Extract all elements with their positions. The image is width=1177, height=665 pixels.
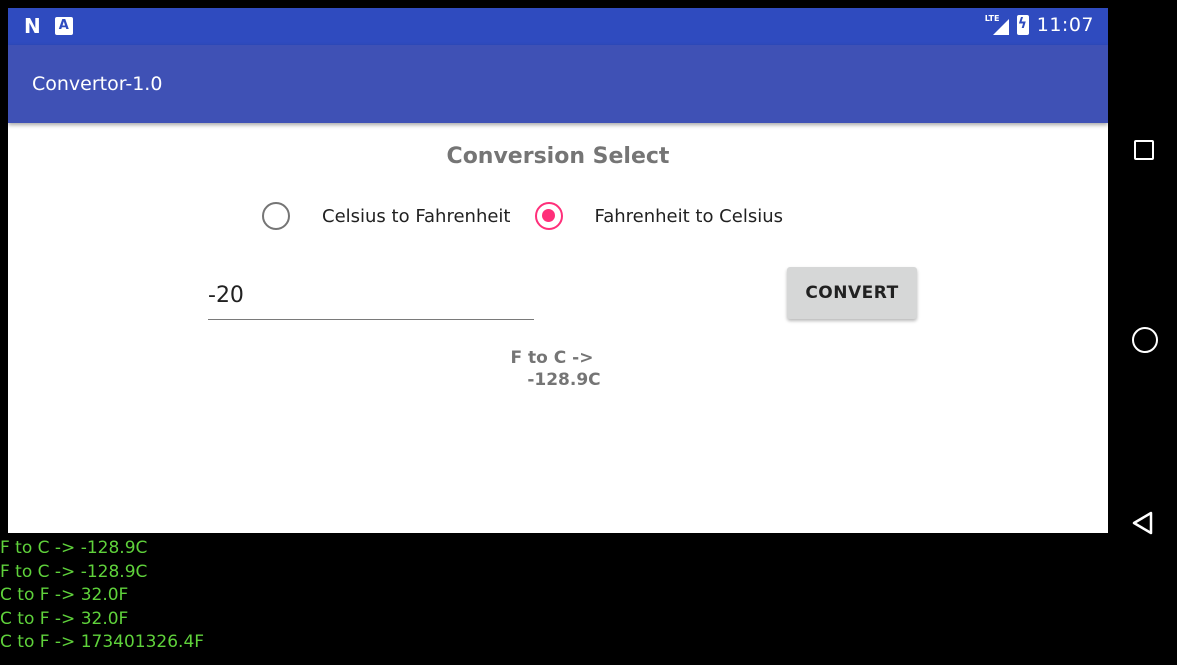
conversion-radio-group: Celsius to Fahrenheit Fahrenheit to Cels…	[262, 200, 807, 232]
status-time: 11:07	[1036, 14, 1094, 36]
status-left: N A	[24, 16, 73, 36]
result-text: F to C -> -128.9C	[8, 347, 1108, 391]
radio-label-fahrenheit-to-celsius[interactable]: Fahrenheit to Celsius	[595, 206, 784, 227]
log-line: C to F -> 32.0F	[0, 608, 129, 629]
result-line-2: -128.9C	[527, 370, 601, 390]
app-bar: Convertor-1.0	[8, 45, 1108, 123]
home-circle-icon[interactable]	[1132, 327, 1158, 353]
log-line: F to C -> -128.9C	[0, 538, 148, 558]
radio-celsius-to-fahrenheit[interactable]	[262, 202, 290, 230]
console-log: F to C -> -128.9C F to C -> -128.9C C to…	[0, 537, 204, 655]
log-line: C to F -> 173401326.4F	[0, 632, 205, 652]
battery-charging-icon	[1016, 15, 1029, 35]
log-line: F to C -> -128.9C	[0, 561, 148, 582]
a-icon: A	[54, 17, 73, 35]
radio-label-celsius-to-fahrenheit[interactable]: Celsius to Fahrenheit	[322, 206, 511, 227]
recents-square-icon[interactable]	[1134, 140, 1154, 160]
lte-signal-icon: LTE	[985, 14, 1009, 36]
n-icon: N	[24, 14, 41, 38]
navigation-bar	[1108, 0, 1177, 665]
app-screen: N A LTE 11:07 Convertor-1.0 Conversion S…	[8, 8, 1108, 533]
status-bar: N A LTE 11:07	[8, 8, 1108, 45]
conversion-select-heading: Conversion Select	[446, 144, 670, 169]
temperature-input[interactable]	[208, 283, 534, 308]
convert-button[interactable]: CONVERT	[787, 267, 917, 319]
status-right: LTE 11:07	[985, 14, 1094, 36]
back-triangle-icon[interactable]	[1132, 511, 1154, 535]
temperature-input-wrapper	[208, 283, 534, 320]
log-line: C to F -> 32.0F	[0, 585, 129, 605]
result-line-1: F to C ->	[510, 348, 594, 368]
app-title: Convertor-1.0	[32, 73, 163, 95]
radio-fahrenheit-to-celsius[interactable]	[534, 202, 563, 230]
